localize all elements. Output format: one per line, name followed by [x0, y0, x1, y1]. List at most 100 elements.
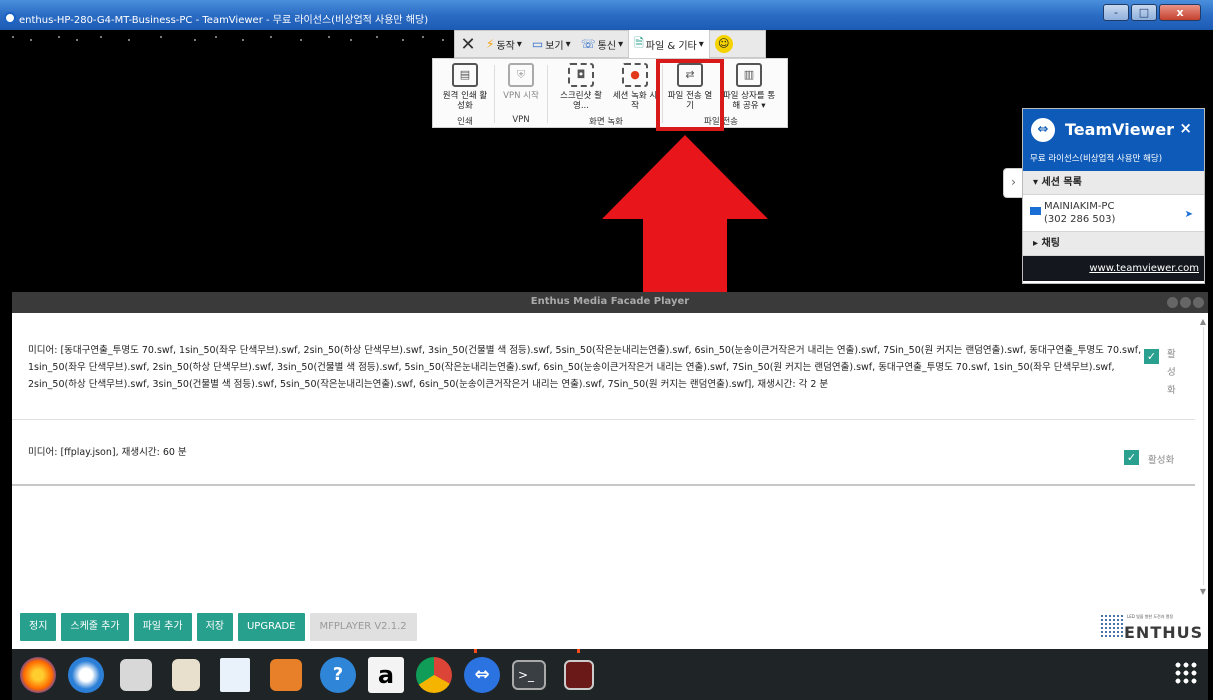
- files-icon[interactable]: [120, 659, 152, 691]
- media-list-text: 미디어: [ffplay.json], 재생시간: 60 분: [28, 447, 187, 458]
- stop-button[interactable]: 정지: [20, 613, 57, 641]
- lightning-icon: ⚡: [486, 37, 495, 51]
- menu-files-label: 파일 & 기타: [645, 40, 697, 52]
- session-list-header[interactable]: ▾ 세션 목록: [1023, 171, 1204, 195]
- menu-files-extras[interactable]: 🗎 파일 & 기타 ▾: [628, 30, 710, 58]
- window-title: enthus-HP-280-G4-MT-Business-PC - TeamVi…: [19, 15, 429, 26]
- show-apps-icon[interactable]: [1174, 661, 1198, 685]
- shield-icon: ⛨: [508, 63, 534, 87]
- scroll-up-icon[interactable]: ▲: [1200, 317, 1206, 326]
- action-bar: 정지 스케줄 추가 파일 추가 저장 UPGRADE MFPLAYER V2.1…: [20, 613, 417, 641]
- menu-actions-label: 동작: [496, 40, 515, 52]
- vpn-start-button[interactable]: ⛨ VPN 시작: [499, 63, 543, 101]
- app-titlebar: Enthus Media Facade Player: [12, 292, 1208, 313]
- teamviewer-logo-icon: ⇔: [1031, 118, 1055, 142]
- menu-communicate-label: 통신: [597, 40, 617, 52]
- side-panel-header: ⇔ TeamViewer × 무료 라이선스(비상업적 사용만 해당): [1023, 109, 1204, 171]
- enthus-logo: LED 빛을 향한 도전과 열정 ENTHUS: [1100, 612, 1202, 642]
- group-vpn: VPN: [512, 115, 530, 125]
- terminal-icon[interactable]: >_: [512, 660, 546, 690]
- teamviewer-icon[interactable]: ⇔: [464, 657, 500, 693]
- activate-checkbox[interactable]: ✓: [1124, 450, 1139, 465]
- menu-view[interactable]: ▭ 보기 ▾: [527, 31, 576, 57]
- vpn-start-label: VPN 시작: [503, 91, 539, 101]
- help-icon[interactable]: ?: [320, 657, 356, 693]
- separator: [494, 65, 495, 123]
- desktop-noise: [10, 36, 450, 44]
- enthus-slogan: LED 빛을 향한 도전과 열정: [1127, 614, 1174, 619]
- screenshot-button[interactable]: ◘ 스크린샷 촬영...: [553, 63, 609, 111]
- rhythmbox-icon[interactable]: [172, 659, 200, 691]
- firefox-icon[interactable]: [20, 657, 56, 693]
- file-box-share-label: 파일 상자를 통해 공유 ▾: [722, 91, 776, 111]
- group-print: 인쇄: [457, 117, 473, 127]
- file-box-icon: ▥: [736, 63, 762, 87]
- red-arrow-icon: [602, 135, 768, 301]
- group-screen-record: 화면 녹화: [589, 117, 623, 127]
- chat-header[interactable]: ▸ 채팅: [1023, 232, 1204, 256]
- chevron-down-icon: ▾: [698, 38, 704, 50]
- menu-actions[interactable]: ⚡ 동작 ▾: [481, 31, 527, 57]
- expand-panel-button[interactable]: ›: [1003, 168, 1023, 198]
- schedule-item[interactable]: 미디어: [ffplay.json], 재생시간: 60 분 ✓ 활성화: [12, 420, 1195, 486]
- minimize-button[interactable]: -: [1103, 4, 1129, 21]
- thunderbird-icon[interactable]: [68, 657, 104, 693]
- session-item[interactable]: MAINIAKIM-PC (302 286 503) ➤: [1023, 195, 1204, 232]
- close-session-icon[interactable]: ✕: [455, 34, 481, 55]
- smiley-button[interactable]: ☺: [710, 31, 738, 57]
- taskbar: ? a ⇔ >_: [12, 649, 1208, 700]
- activate-label: 활성화: [1167, 349, 1176, 396]
- remote-print-label: 원격 인쇄 활성화: [442, 91, 488, 111]
- pointer-icon: ➤: [1184, 209, 1193, 220]
- version-label: MFPLAYER V2.1.2: [309, 613, 417, 641]
- window-titlebar: enthus-HP-280-G4-MT-Business-PC - TeamVi…: [0, 0, 1213, 30]
- add-schedule-button[interactable]: 스케줄 추가: [61, 613, 129, 641]
- monitor-icon: ▭: [531, 37, 544, 51]
- media-list-text: 미디어: [동대구연출_투명도 70.swf, 1sin_50(좌우 단색무브)…: [28, 345, 1142, 390]
- menu-view-label: 보기: [545, 40, 564, 52]
- files-extras-panel: ▤ 원격 인쇄 활성화 ⛨ VPN 시작 ◘ 스크린샷 촬영... ● 세션 녹…: [432, 58, 788, 128]
- app-body: ▲ ▼ 미디어: [동대구연출_투명도 70.swf, 1sin_50(좌우 단…: [12, 313, 1208, 649]
- upgrade-button[interactable]: UPGRADE: [237, 613, 305, 641]
- enthus-logo-icon: [1100, 614, 1124, 638]
- activate-checkbox[interactable]: ✓: [1144, 349, 1159, 364]
- maximize-icon[interactable]: [1180, 297, 1191, 308]
- teamviewer-link[interactable]: www.teamviewer.com: [1023, 256, 1204, 281]
- maximize-button[interactable]: □: [1131, 4, 1157, 21]
- chevron-down-icon: ▾: [516, 38, 522, 50]
- save-button[interactable]: 저장: [196, 613, 233, 641]
- close-button[interactable]: x: [1159, 4, 1201, 21]
- session-name: MAINIAKIM-PC: [1044, 201, 1115, 212]
- chrome-icon[interactable]: [416, 657, 452, 693]
- session-record-label: 세션 녹화 시작: [612, 91, 658, 111]
- app-title: Enthus Media Facade Player: [530, 296, 690, 307]
- screenshot-label: 스크린샷 촬영...: [560, 91, 602, 111]
- remote-print-button[interactable]: ▤ 원격 인쇄 활성화: [439, 63, 491, 111]
- menu-communicate[interactable]: ☏ 통신 ▾: [576, 31, 628, 57]
- camera-icon: ◘: [568, 63, 594, 87]
- monitor-icon: [1030, 207, 1041, 215]
- amazon-icon[interactable]: a: [368, 657, 404, 693]
- file-icon: 🗎: [634, 35, 644, 50]
- separator: [547, 65, 548, 123]
- teamviewer-logo-icon: [4, 12, 16, 24]
- license-text: 무료 라이선스(비상업적 사용만 해당): [1030, 154, 1163, 164]
- close-icon[interactable]: [1193, 297, 1204, 308]
- printer-icon: ▤: [452, 63, 478, 87]
- scroll-down-icon[interactable]: ▼: [1200, 587, 1206, 596]
- file-box-share-button[interactable]: ▥ 파일 상자를 통해 공유 ▾: [721, 63, 777, 111]
- highlight-box: [656, 59, 724, 131]
- libreoffice-writer-icon[interactable]: [220, 658, 250, 692]
- add-file-button[interactable]: 파일 추가: [133, 613, 192, 641]
- session-record-button[interactable]: ● 세션 녹화 시작: [611, 63, 659, 111]
- side-panel-close-button[interactable]: ×: [1179, 119, 1192, 137]
- marker: [474, 649, 477, 653]
- software-center-icon[interactable]: [270, 659, 302, 691]
- teamviewer-brand: TeamViewer: [1065, 120, 1175, 139]
- minimize-icon[interactable]: [1167, 297, 1178, 308]
- schedule-item[interactable]: 미디어: [동대구연출_투명도 70.swf, 1sin_50(좌우 단색무브)…: [12, 319, 1195, 420]
- record-icon: ●: [622, 63, 648, 87]
- smiley-icon: ☺: [714, 35, 733, 53]
- screen-recorder-icon[interactable]: [564, 660, 594, 690]
- scrollbar[interactable]: [1203, 327, 1204, 585]
